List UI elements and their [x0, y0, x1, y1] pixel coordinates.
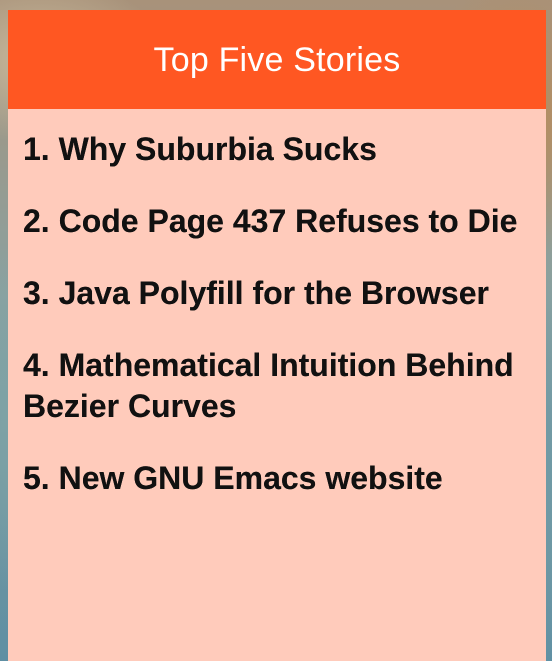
story-item-3[interactable]: 3. Java Polyfill for the Browser [23, 273, 532, 314]
story-item-4[interactable]: 4. Mathematical Intuition Behind Bezier … [23, 345, 532, 427]
widget-header: Top Five Stories [8, 10, 546, 109]
story-list: 1. Why Suburbia Sucks 2. Code Page 437 R… [8, 109, 546, 499]
story-item-5[interactable]: 5. New GNU Emacs website [23, 458, 532, 499]
top-stories-widget: Top Five Stories 1. Why Suburbia Sucks 2… [8, 10, 546, 661]
widget-title: Top Five Stories [153, 41, 401, 79]
story-item-1[interactable]: 1. Why Suburbia Sucks [23, 129, 532, 170]
story-item-2[interactable]: 2. Code Page 437 Refuses to Die [23, 201, 532, 242]
